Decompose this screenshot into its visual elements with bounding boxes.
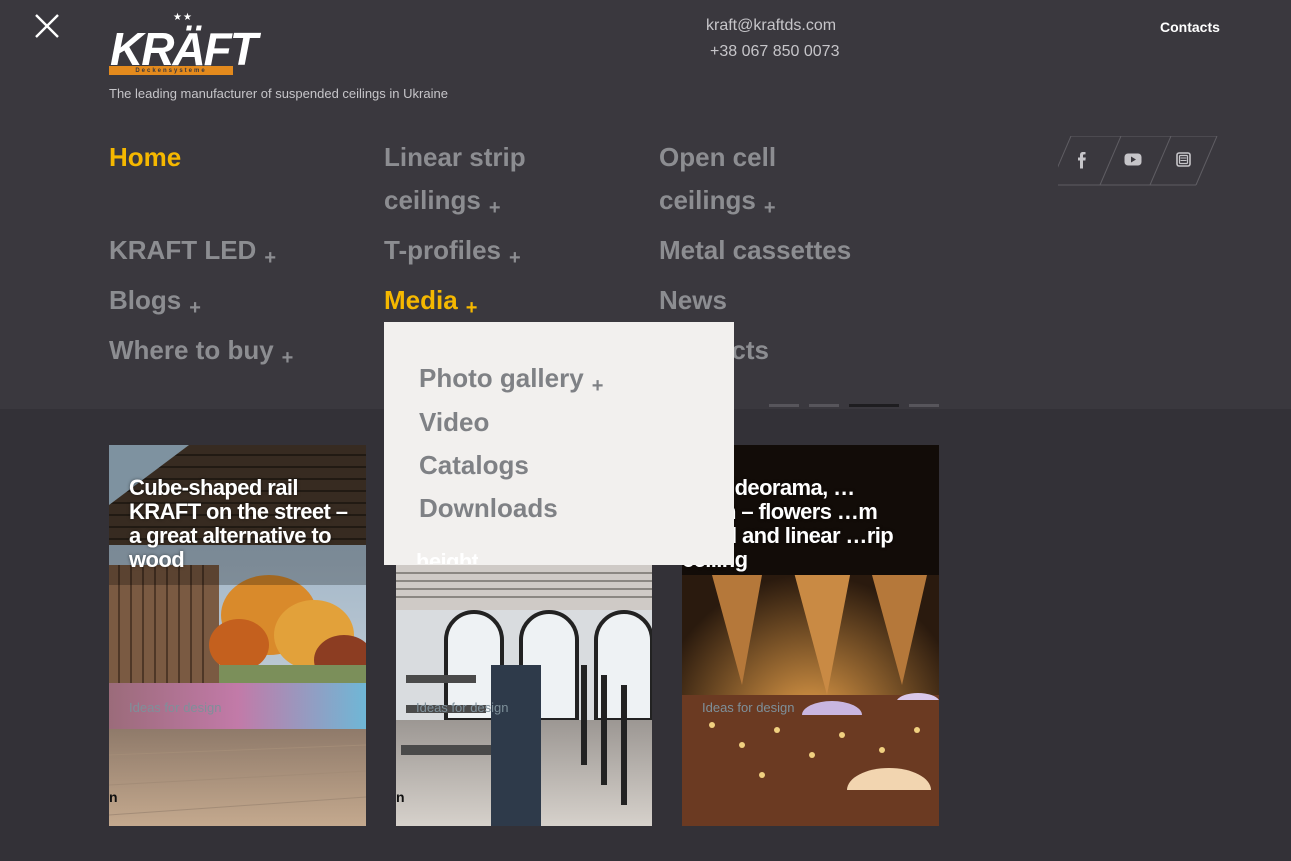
menu-label: cts: [731, 335, 769, 365]
card-tag: Ideas for design: [702, 700, 795, 715]
expand-plus-icon[interactable]: +: [264, 247, 276, 269]
carousel-dot[interactable]: [849, 404, 899, 407]
menu-blogs[interactable]: Blogs +: [109, 279, 201, 330]
menu-kraft-led[interactable]: KRAFT LED +: [109, 229, 276, 280]
menu-label: Media: [384, 285, 458, 315]
expand-plus-icon[interactable]: +: [282, 347, 294, 369]
card-tag: Ideas for design: [416, 700, 509, 715]
dropdown-item-label: Downloads: [419, 493, 558, 523]
menu-label: News: [659, 285, 727, 315]
article-card[interactable]: Cube-shaped rail KRAFT on the street – a…: [109, 445, 366, 826]
expand-plus-icon[interactable]: +: [592, 375, 604, 397]
menu-home[interactable]: Home: [109, 136, 181, 179]
carousel-dot[interactable]: [909, 404, 939, 407]
menu-label: Open cell: [659, 142, 777, 172]
contacts-link[interactable]: Contacts: [1160, 19, 1220, 35]
instagram-link[interactable]: [1158, 136, 1208, 184]
carousel-dot[interactable]: [809, 404, 839, 407]
expand-plus-icon[interactable]: +: [489, 197, 501, 219]
menu-home-label: Home: [109, 142, 182, 172]
email-link[interactable]: kraft@kraftds.com: [706, 17, 836, 35]
dropdown-item-label: Catalogs: [419, 450, 529, 480]
menu-open-cell-ceilings[interactable]: Open cell ceilings +: [659, 136, 776, 230]
media-dropdown: Photo gallery + Video Catalogs Downloads: [384, 322, 734, 565]
expand-plus-icon[interactable]: +: [509, 247, 521, 269]
menu-linear-strip-ceilings[interactable]: Linear strip ceilings +: [384, 136, 526, 230]
card-edge-letter: n: [109, 789, 118, 805]
menu-label: ceilings: [659, 185, 756, 215]
logo-stars: ★★: [173, 12, 193, 23]
facebook-icon: [1078, 152, 1086, 169]
social-links: [1058, 136, 1228, 186]
dropdown-item-photo-gallery[interactable]: Photo gallery +: [419, 363, 603, 398]
close-icon: [35, 14, 59, 38]
phone-link[interactable]: +38 067 850 0073: [710, 43, 839, 61]
menu-label: T-profiles: [384, 235, 502, 265]
menu-label: Linear strip: [384, 142, 526, 172]
card-tag: Ideas for design: [129, 700, 222, 715]
youtube-link[interactable]: [1108, 136, 1158, 184]
expand-plus-icon[interactable]: +: [466, 297, 478, 319]
tagline: The leading manufacturer of suspended ce…: [109, 86, 448, 101]
menu-where-to-buy[interactable]: Where to buy +: [109, 329, 293, 380]
card-title-fragment: height: [416, 550, 479, 564]
youtube-icon: [1124, 153, 1142, 166]
kraft-logo[interactable]: ★★ KRÄFT Deckensysteme: [109, 12, 258, 78]
expand-plus-icon[interactable]: +: [764, 197, 776, 219]
menu-news[interactable]: News: [659, 279, 727, 322]
close-menu-button[interactable]: [33, 12, 61, 40]
dropdown-item-video[interactable]: Video: [419, 407, 489, 438]
carousel-dot[interactable]: [769, 404, 799, 407]
menu-label: ceilings: [384, 185, 481, 215]
menu-metal-cassettes[interactable]: Metal cassettes: [659, 229, 851, 272]
menu-t-profiles[interactable]: T-profiles +: [384, 229, 521, 280]
card-edge-letter: n: [396, 789, 405, 805]
card-title: Cube-shaped rail KRAFT on the street – a…: [129, 475, 348, 572]
logo-subline: Deckensysteme: [135, 68, 207, 74]
expand-plus-icon[interactable]: +: [189, 297, 201, 319]
menu-label: Metal cassettes: [659, 235, 852, 265]
dropdown-item-downloads[interactable]: Downloads: [419, 493, 558, 524]
dropdown-item-label: Photo gallery: [419, 363, 584, 393]
facebook-link[interactable]: [1058, 136, 1108, 184]
menu-label: Blogs: [109, 285, 182, 315]
dropdown-item-catalogs[interactable]: Catalogs: [419, 450, 529, 481]
menu-label: KRAFT LED: [109, 235, 257, 265]
dropdown-item-label: Video: [419, 407, 490, 437]
instagram-icon: [1176, 152, 1191, 167]
menu-label: Where to buy: [109, 335, 274, 365]
